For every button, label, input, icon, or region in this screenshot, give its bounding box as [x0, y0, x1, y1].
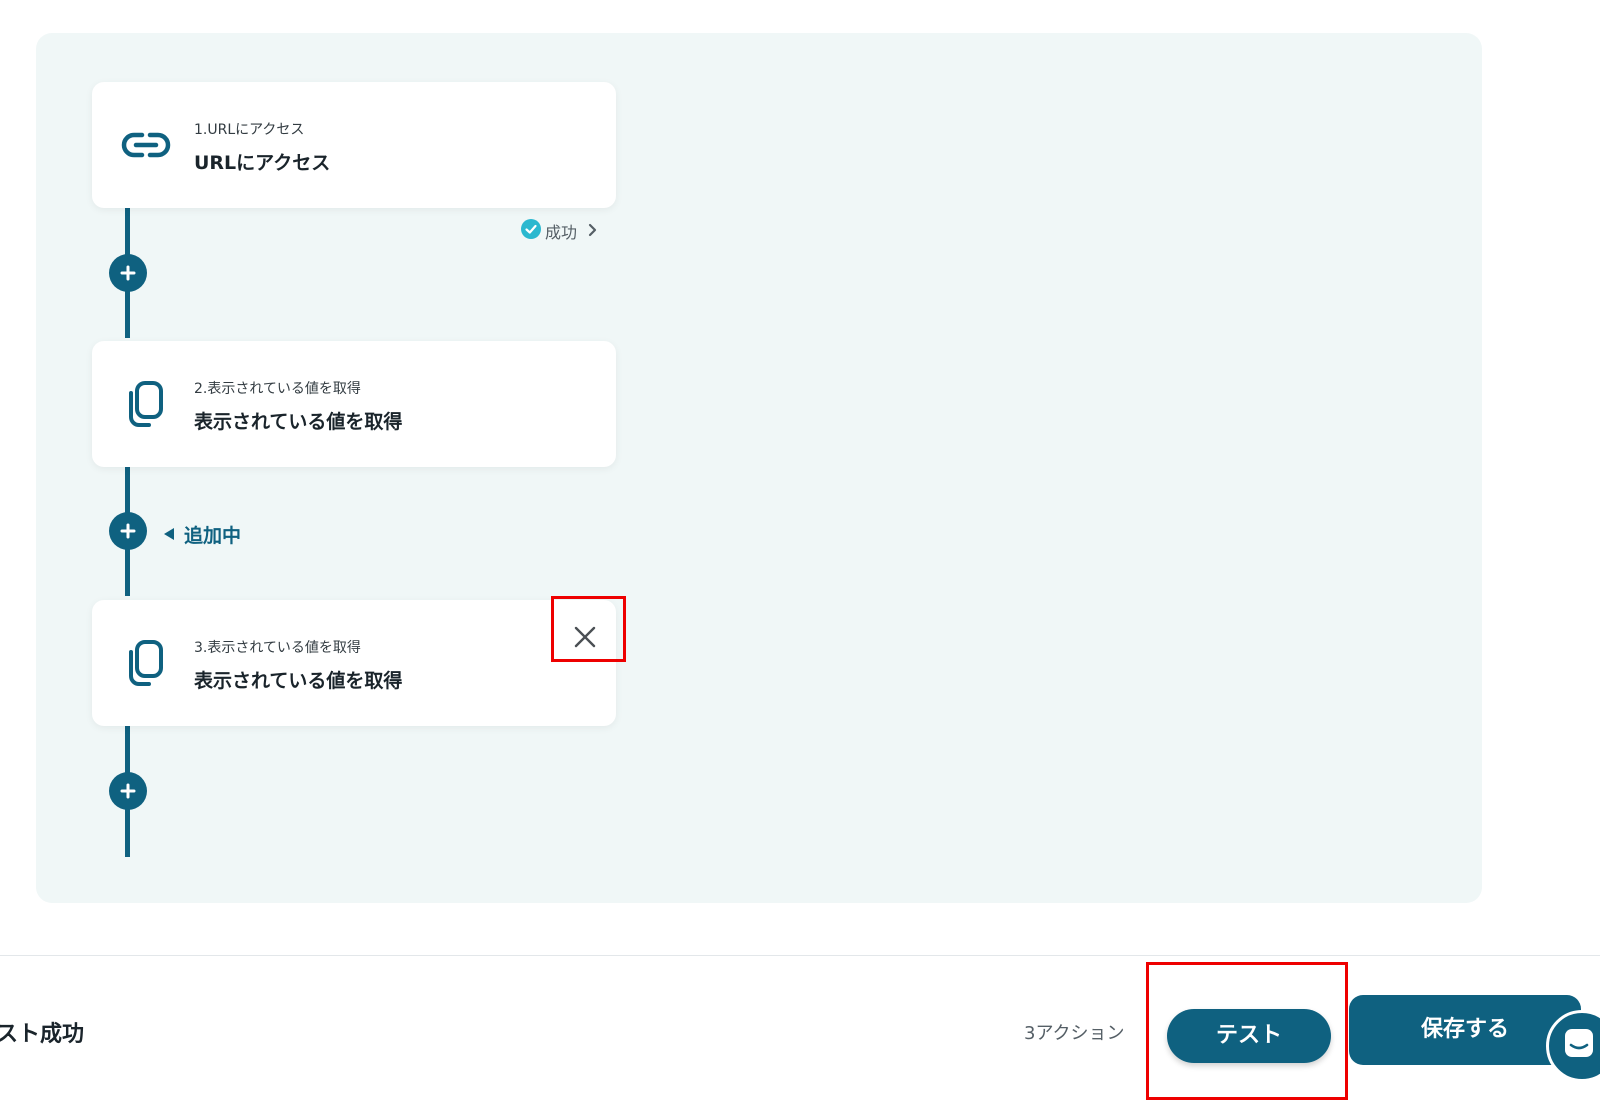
- footer-divider: [0, 955, 1600, 956]
- copy-icon: [120, 638, 172, 688]
- add-step-button[interactable]: [109, 512, 147, 550]
- adding-indicator: 追加中: [162, 521, 241, 548]
- step-title: 表示されている値を取得: [194, 670, 403, 692]
- step-card-2[interactable]: 2.表示されている値を取得 表示されている値を取得: [92, 341, 616, 467]
- test-button[interactable]: テスト: [1167, 1009, 1331, 1063]
- plus-icon: [120, 265, 136, 281]
- add-step-button[interactable]: [109, 254, 147, 292]
- step-index-label: 3.表示されている値を取得: [194, 640, 361, 656]
- status-label: 成功: [545, 223, 578, 242]
- close-icon: [574, 626, 596, 648]
- chevron-right-icon: [588, 222, 598, 241]
- action-count: 3アクション: [1024, 1023, 1125, 1044]
- plus-icon: [120, 783, 136, 799]
- chat-icon: [1565, 1029, 1593, 1057]
- step-title: URLにアクセス: [194, 152, 331, 174]
- step-card-1[interactable]: 1.URLにアクセス URLにアクセス: [92, 82, 616, 208]
- test-status-text: スト成功: [0, 1022, 85, 1047]
- link-icon: [120, 120, 172, 170]
- copy-icon: [120, 379, 172, 429]
- step-card-3[interactable]: 3.表示されている値を取得 表示されている値を取得: [92, 600, 616, 726]
- check-circle-icon: [520, 218, 542, 244]
- adding-label: 追加中: [184, 525, 242, 547]
- plus-icon: [120, 523, 136, 539]
- step-title: 表示されている値を取得: [194, 411, 403, 433]
- step-index-label: 1.URLにアクセス: [194, 122, 305, 138]
- step1-status-link[interactable]: 成功: [520, 218, 598, 244]
- triangle-left-icon: [162, 524, 176, 546]
- add-step-button[interactable]: [109, 772, 147, 810]
- step-index-label: 2.表示されている値を取得: [194, 381, 361, 397]
- remove-step-button[interactable]: [562, 614, 608, 660]
